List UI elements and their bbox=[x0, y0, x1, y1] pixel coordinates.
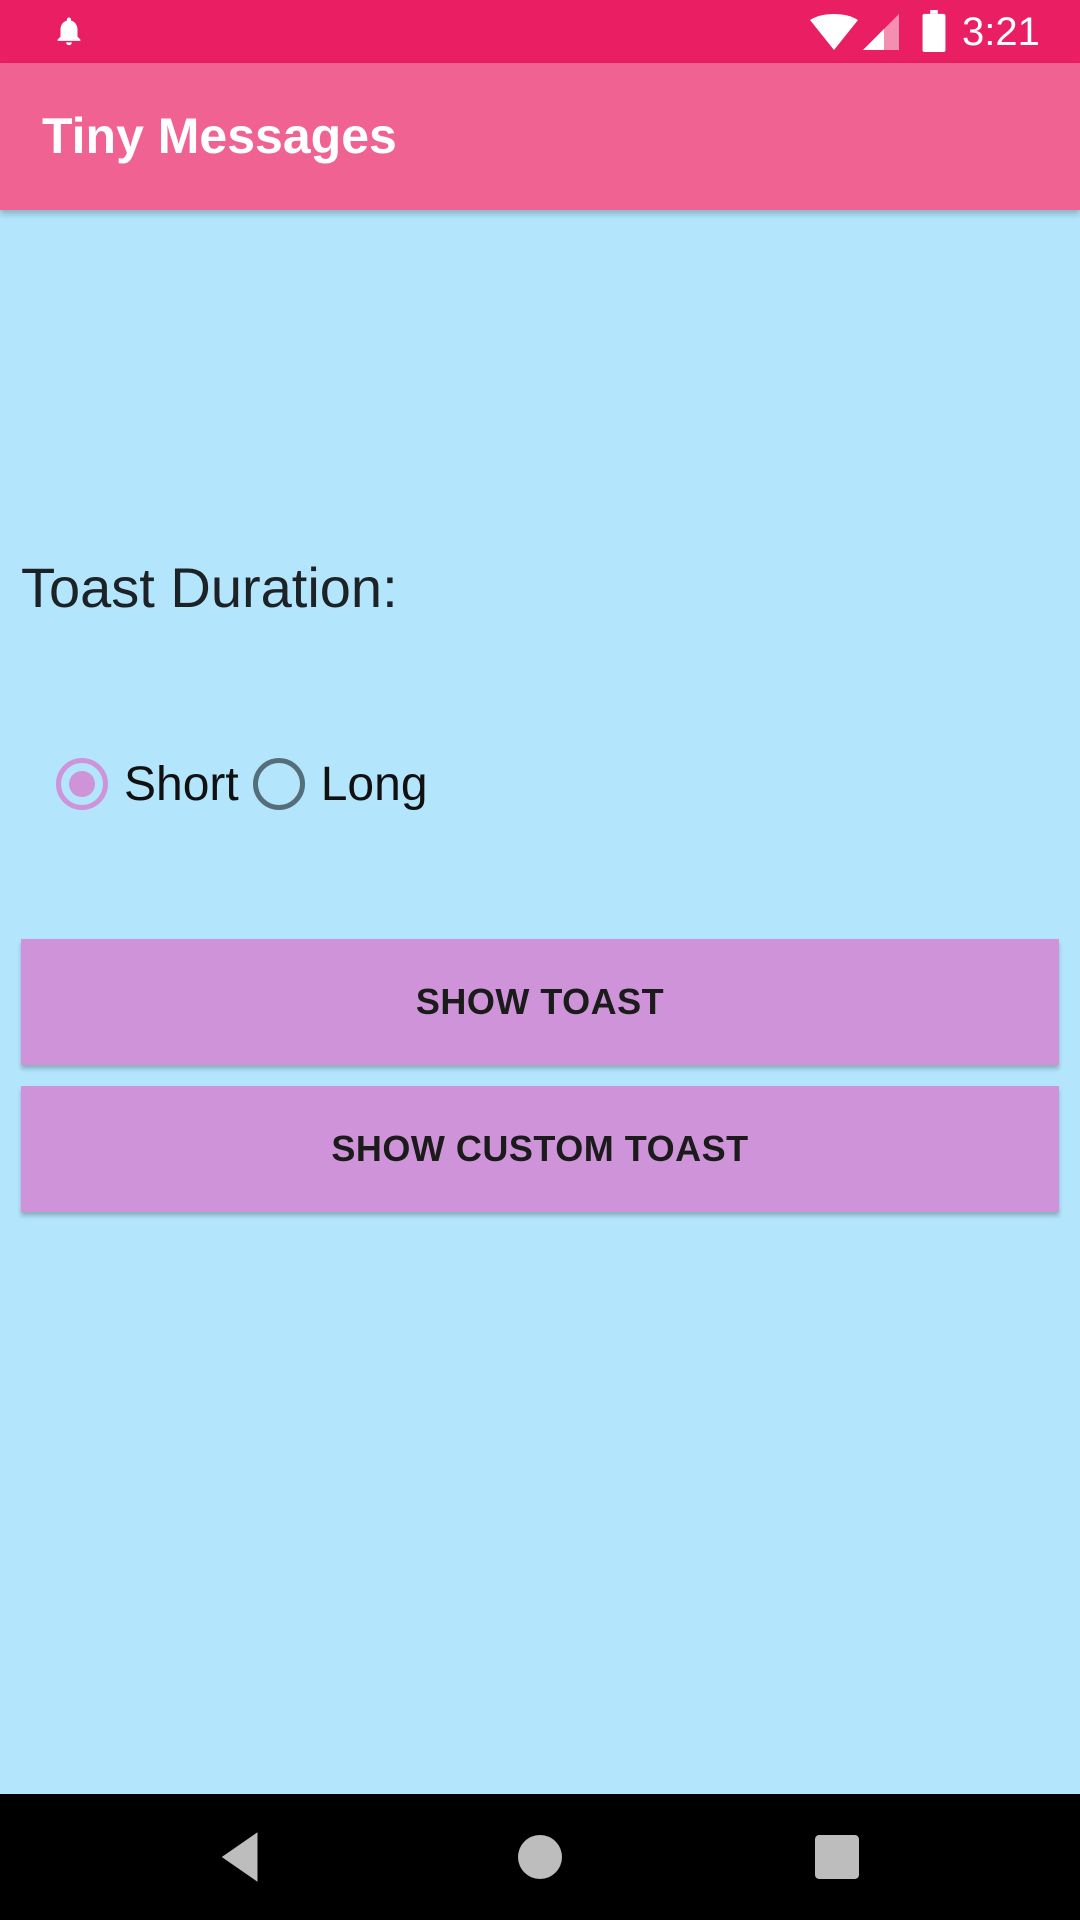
back-icon[interactable] bbox=[208, 1824, 274, 1890]
toast-duration-label: Toast Duration: bbox=[21, 556, 398, 619]
radio-long-indicator[interactable] bbox=[252, 758, 305, 810]
battery-icon bbox=[922, 10, 946, 52]
radio-long-label[interactable]: Long bbox=[321, 757, 428, 812]
status-bar: 3:21 bbox=[0, 0, 1080, 63]
navigation-bar bbox=[0, 1794, 1080, 1920]
duration-radio-group: Short Long bbox=[56, 744, 428, 824]
screen: 3:21 Tiny Messages Toast Duration: Short… bbox=[0, 0, 1080, 1920]
recents-icon[interactable] bbox=[804, 1824, 870, 1890]
app-bar: Tiny Messages bbox=[0, 63, 1080, 210]
home-icon[interactable] bbox=[507, 1824, 573, 1890]
radio-long[interactable]: Long bbox=[252, 757, 428, 812]
radio-short[interactable]: Short bbox=[56, 757, 239, 812]
notification-bell-icon bbox=[57, 17, 81, 46]
radio-short-label[interactable]: Short bbox=[124, 757, 239, 812]
show-toast-button[interactable]: SHOW TOAST bbox=[21, 939, 1059, 1065]
wifi-icon bbox=[810, 14, 858, 50]
cellular-signal-icon bbox=[863, 14, 899, 50]
radio-short-indicator[interactable] bbox=[56, 758, 108, 810]
show-custom-toast-button[interactable]: SHOW CUSTOM TOAST bbox=[21, 1086, 1059, 1212]
app-title: Tiny Messages bbox=[42, 108, 397, 164]
status-time: 3:21 bbox=[962, 10, 1040, 54]
